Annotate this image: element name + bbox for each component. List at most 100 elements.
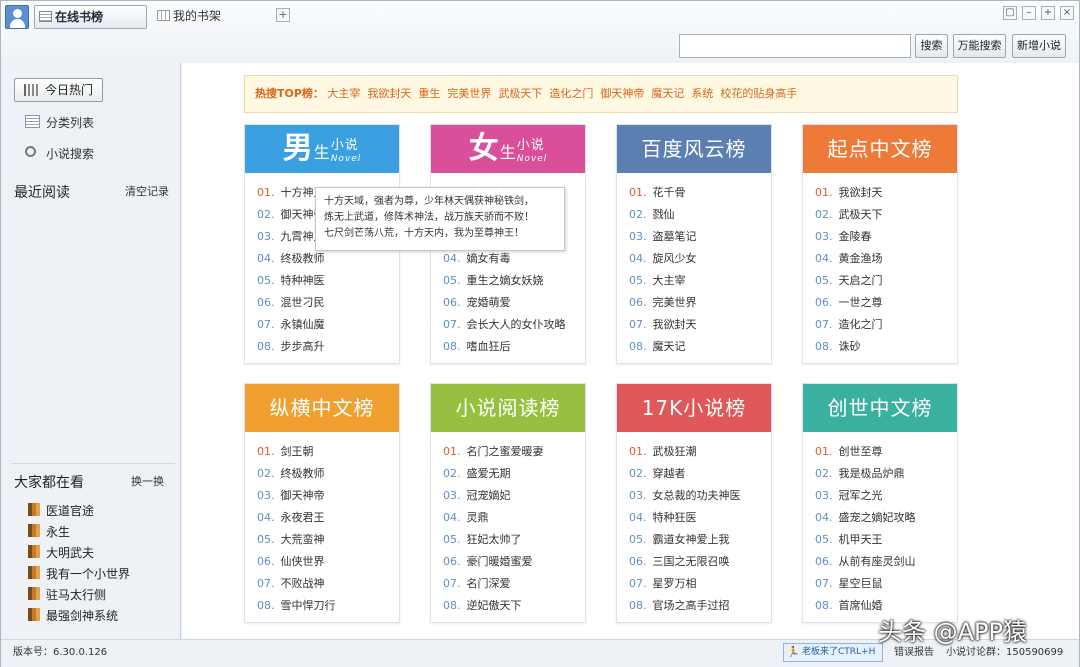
- list-item[interactable]: 06. 三国之无限召唤: [629, 551, 771, 573]
- list-item[interactable]: 07. 会长大人的女仆攻略: [443, 314, 585, 336]
- tab-online-rank[interactable]: 在线书榜: [34, 5, 147, 29]
- maximize-button[interactable]: +: [1041, 6, 1055, 20]
- add-novel-button[interactable]: 新增小说: [1012, 34, 1066, 58]
- list-item[interactable]: 02. 我是极品炉鼎: [815, 463, 957, 485]
- search-button[interactable]: 搜索: [915, 34, 948, 58]
- sidebar-item-search[interactable]: 小说搜索: [25, 145, 94, 162]
- clear-history-link[interactable]: 清空记录: [125, 183, 169, 199]
- restore-button[interactable]: ▢: [1003, 6, 1017, 20]
- hot-search-item[interactable]: 系统: [691, 87, 713, 100]
- list-item[interactable]: 06. 仙侠世界: [257, 551, 399, 573]
- universal-search-button[interactable]: 万能搜索: [953, 34, 1006, 58]
- list-item[interactable]: 03. 女总裁的功夫神医: [629, 485, 771, 507]
- list-item[interactable]: 大明武夫: [28, 544, 94, 561]
- close-button[interactable]: ×: [1060, 6, 1074, 20]
- list-item[interactable]: 06. 完美世界: [629, 292, 771, 314]
- list-item[interactable]: 医道官途: [28, 502, 94, 519]
- list-item[interactable]: 05. 机甲天王: [815, 529, 957, 551]
- rank-card-title[interactable]: 纵横中文榜: [245, 384, 399, 432]
- list-item[interactable]: 07. 星空巨鼠: [815, 573, 957, 595]
- hot-search-item[interactable]: 武极天下: [498, 87, 542, 100]
- list-item[interactable]: 08. 官场之高手过招: [629, 595, 771, 617]
- list-item[interactable]: 01. 我欲封天: [815, 182, 957, 204]
- list-item[interactable]: 01. 剑王朝: [257, 441, 399, 463]
- list-item[interactable]: 08. 魔天记: [629, 336, 771, 358]
- refresh-link[interactable]: 换一换: [131, 473, 164, 489]
- list-item[interactable]: 01. 名门之蜜爱暖妻: [443, 441, 585, 463]
- list-item[interactable]: 我有一个小世界: [28, 565, 130, 582]
- list-item[interactable]: 07. 永镇仙魔: [257, 314, 399, 336]
- list-item[interactable]: 04. 终极教师: [257, 248, 399, 270]
- list-item[interactable]: 04. 旋风少女: [629, 248, 771, 270]
- list-item[interactable]: 驻马太行侧: [28, 586, 106, 603]
- list-item[interactable]: 07. 造化之门: [815, 314, 957, 336]
- hot-search-item[interactable]: 造化之门: [549, 87, 593, 100]
- list-item[interactable]: 04. 盛宠之嫡妃攻略: [815, 507, 957, 529]
- list-item[interactable]: 05. 重生之嫡女妖娆: [443, 270, 585, 292]
- hot-search-item[interactable]: 大主宰: [327, 87, 360, 100]
- rank-card-title[interactable]: 17K小说榜: [617, 384, 771, 432]
- list-item[interactable]: 03. 冠宠嫡妃: [443, 485, 585, 507]
- list-item[interactable]: 08. 步步高升: [257, 336, 399, 358]
- list-item[interactable]: 06. 豪门暖婚蜜爱: [443, 551, 585, 573]
- list-item[interactable]: 04. 特种狂医: [629, 507, 771, 529]
- list-item[interactable]: 06. 混世刁民: [257, 292, 399, 314]
- list-item[interactable]: 03. 御天神帝: [257, 485, 399, 507]
- list-item[interactable]: 06. 从前有座灵剑山: [815, 551, 957, 573]
- rank-card-title[interactable]: 男生小说 Novel: [245, 125, 399, 173]
- bar-chart-icon: [24, 84, 38, 96]
- list-item[interactable]: 04. 永夜君王: [257, 507, 399, 529]
- avatar-icon[interactable]: [5, 5, 29, 29]
- list-item[interactable]: 最强剑神系统: [28, 607, 118, 624]
- list-item[interactable]: 02. 终极教师: [257, 463, 399, 485]
- rank-card-title[interactable]: 百度风云榜: [617, 125, 771, 173]
- list-item[interactable]: 05. 狂妃太帅了: [443, 529, 585, 551]
- list-item[interactable]: 07. 星罗万相: [629, 573, 771, 595]
- list-item[interactable]: 08. 雪中悍刀行: [257, 595, 399, 617]
- search-input[interactable]: [679, 34, 911, 58]
- list-item[interactable]: 07. 不败战神: [257, 573, 399, 595]
- list-item[interactable]: 05. 大荒蛮神: [257, 529, 399, 551]
- hot-search-item[interactable]: 御天神帝: [600, 87, 644, 100]
- list-item[interactable]: 03. 盗墓笔记: [629, 226, 771, 248]
- list-item[interactable]: 05. 霸道女神爱上我: [629, 529, 771, 551]
- hot-search-item[interactable]: 我欲封天: [367, 87, 411, 100]
- list-item[interactable]: 05. 特种神医: [257, 270, 399, 292]
- list-item[interactable]: 07. 名门深爱: [443, 573, 585, 595]
- rank-card-title[interactable]: 起点中文榜: [803, 125, 957, 173]
- list-item[interactable]: 06. 一世之尊: [815, 292, 957, 314]
- rank-card-title[interactable]: 小说阅读榜: [431, 384, 585, 432]
- list-item[interactable]: 01. 武极狂潮: [629, 441, 771, 463]
- hot-search-item[interactable]: 完美世界: [447, 87, 491, 100]
- hot-search-item[interactable]: 重生: [418, 87, 440, 100]
- rank-card-title[interactable]: 女生小说 Novel: [431, 125, 585, 173]
- minimize-button[interactable]: –: [1022, 6, 1036, 20]
- hot-search-item[interactable]: 校花的贴身高手: [720, 87, 797, 100]
- list-item[interactable]: 04. 黄金渔场: [815, 248, 957, 270]
- hot-search-item[interactable]: 魔天记: [651, 87, 684, 100]
- list-item[interactable]: 永生: [28, 523, 70, 540]
- list-item[interactable]: 02. 穿越者: [629, 463, 771, 485]
- boss-key-button[interactable]: 老板来了CTRL+H: [783, 643, 883, 662]
- tab-my-shelf[interactable]: 我的书架: [153, 5, 263, 29]
- list-item[interactable]: 04. 嫡女有毒: [443, 248, 585, 270]
- list-item[interactable]: 01. 创世至尊: [815, 441, 957, 463]
- list-item[interactable]: 03. 冠军之光: [815, 485, 957, 507]
- list-item[interactable]: 04. 灵鼎: [443, 507, 585, 529]
- list-item[interactable]: 02. 戮仙: [629, 204, 771, 226]
- list-item[interactable]: 03. 金陵春: [815, 226, 957, 248]
- sidebar-item-category[interactable]: 分类列表: [25, 114, 94, 131]
- rank-card-title[interactable]: 创世中文榜: [803, 384, 957, 432]
- list-item[interactable]: 02. 盛爱无期: [443, 463, 585, 485]
- list-item[interactable]: 08. 诛砂: [815, 336, 957, 358]
- add-tab-button[interactable]: +: [276, 8, 290, 22]
- list-item[interactable]: 06. 宠婚萌爱: [443, 292, 585, 314]
- list-item[interactable]: 08. 嗜血狂后: [443, 336, 585, 358]
- list-item[interactable]: 05. 天启之门: [815, 270, 957, 292]
- sidebar-item-today-hot[interactable]: 今日热门: [14, 78, 103, 102]
- list-item[interactable]: 07. 我欲封天: [629, 314, 771, 336]
- list-item[interactable]: 05. 大主宰: [629, 270, 771, 292]
- list-item[interactable]: 08. 逆妃傲天下: [443, 595, 585, 617]
- list-item[interactable]: 01. 花千骨: [629, 182, 771, 204]
- list-item[interactable]: 02. 武极天下: [815, 204, 957, 226]
